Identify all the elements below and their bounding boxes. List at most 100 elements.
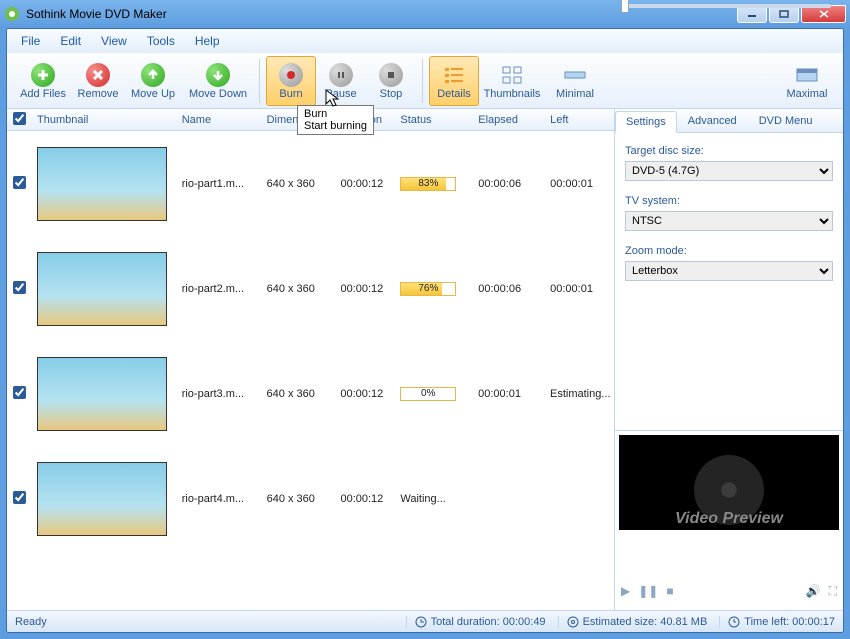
tab-advanced[interactable]: Advanced	[677, 110, 748, 132]
clock-icon	[415, 616, 427, 628]
file-duration: 00:00:12	[334, 493, 394, 505]
record-icon	[279, 63, 303, 87]
progress-bar: 76%	[400, 282, 456, 296]
tv-system-label: TV system:	[625, 195, 833, 207]
main-window: Sothink Movie DVD Maker File Edit View T…	[0, 0, 850, 639]
burn-tooltip: Burn Start burning	[297, 105, 374, 135]
plus-icon	[31, 63, 55, 87]
close-icon	[819, 10, 829, 18]
row-checkbox[interactable]	[13, 176, 26, 189]
thumbnails-label: Thumbnails	[484, 88, 541, 100]
tooltip-desc: Start burning	[304, 120, 367, 132]
list-body[interactable]: rio-part1.m...640 x 36000:00:1283%00:00:…	[7, 131, 614, 610]
col-thumbnail[interactable]: Thumbnail	[31, 114, 176, 126]
col-status[interactable]: Status	[394, 114, 472, 126]
status-timeleft: Time left: 00:00:17	[719, 616, 835, 628]
tv-system-select[interactable]: NTSC	[625, 211, 833, 231]
toolbar-separator	[259, 59, 260, 103]
window-title: Sothink Movie DVD Maker	[26, 7, 737, 21]
add-files-button[interactable]: Add Files	[13, 56, 73, 106]
arrow-down-icon	[206, 63, 230, 87]
preview-screen[interactable]: Video Preview	[619, 435, 839, 530]
target-disc-label: Target disc size:	[625, 145, 833, 157]
file-duration: 00:00:12	[334, 178, 394, 190]
file-list: Thumbnail Name Dimension Duration Status…	[7, 109, 615, 610]
thumbnail-image[interactable]	[37, 357, 167, 431]
stop-button[interactable]: Stop	[366, 56, 416, 106]
playback-controls: ▶ ❚❚ ■ 🔊 ⛶	[615, 572, 843, 610]
row-checkbox[interactable]	[13, 386, 26, 399]
file-elapsed: 00:00:06	[472, 178, 544, 190]
remove-button[interactable]: Remove	[73, 56, 123, 106]
burn-button[interactable]: Burn	[266, 56, 316, 106]
play-button[interactable]: ▶	[621, 584, 630, 598]
maximal-icon	[794, 62, 820, 88]
arrow-up-icon	[141, 63, 165, 87]
zoom-mode-label: Zoom mode:	[625, 245, 833, 257]
pause-icon	[329, 63, 353, 87]
fullscreen-icon[interactable]: ⛶	[829, 584, 837, 599]
status-text: Waiting...	[400, 493, 445, 505]
minimal-view-button[interactable]: Minimal	[545, 56, 605, 106]
tooltip-title: Burn	[304, 108, 367, 120]
menu-file[interactable]: File	[13, 32, 48, 50]
thumbnail-image[interactable]	[37, 147, 167, 221]
table-row[interactable]: rio-part4.m...640 x 36000:00:12Waiting..…	[7, 446, 614, 551]
minimal-label: Minimal	[556, 88, 594, 100]
progress-bar: 83%	[400, 177, 456, 191]
file-elapsed: 00:00:01	[472, 388, 544, 400]
statusbar: Ready Total duration: 00:00:49 Estimated…	[7, 610, 843, 632]
file-name: rio-part2.m...	[176, 283, 261, 295]
app-icon	[4, 6, 20, 22]
maximal-view-button[interactable]: Maximal	[777, 56, 837, 106]
menu-tools[interactable]: Tools	[139, 32, 183, 50]
table-row[interactable]: rio-part1.m...640 x 36000:00:1283%00:00:…	[7, 131, 614, 236]
preview-stop-button[interactable]: ■	[666, 584, 673, 598]
tab-settings[interactable]: Settings	[615, 111, 677, 133]
row-checkbox[interactable]	[13, 281, 26, 294]
volume-icon[interactable]: 🔊	[806, 584, 821, 598]
remove-label: Remove	[78, 88, 119, 100]
file-dimension: 640 x 360	[261, 178, 335, 190]
row-checkbox[interactable]	[13, 491, 26, 504]
target-disc-select[interactable]: DVD-5 (4.7G)	[625, 161, 833, 181]
toolbar: Add Files Remove Move Up Move Down Burn …	[7, 53, 843, 109]
move-down-label: Move Down	[189, 88, 247, 100]
minimal-icon	[562, 62, 588, 88]
preview-pause-button[interactable]: ❚❚	[638, 584, 658, 598]
menu-help[interactable]: Help	[187, 32, 228, 50]
minimize-icon	[747, 10, 757, 18]
select-all-checkbox[interactable]	[13, 112, 26, 125]
thumbnails-view-button[interactable]: Thumbnails	[479, 56, 545, 106]
details-icon	[441, 62, 467, 88]
stop-label: Stop	[380, 88, 403, 100]
menu-edit[interactable]: Edit	[52, 32, 89, 50]
timer-icon	[728, 616, 740, 628]
toolbar-separator	[422, 59, 423, 103]
progress-bar: 0%	[400, 387, 456, 401]
zoom-mode-select[interactable]: Letterbox	[625, 261, 833, 281]
file-dimension: 640 x 360	[261, 388, 335, 400]
file-duration: 00:00:12	[334, 283, 394, 295]
details-view-button[interactable]: Details	[429, 56, 479, 106]
disc-icon	[567, 616, 579, 628]
move-down-button[interactable]: Move Down	[183, 56, 253, 106]
side-panel: Settings Advanced DVD Menu Target disc s…	[615, 109, 843, 610]
pause-button[interactable]: Pause	[316, 56, 366, 106]
table-row[interactable]: rio-part2.m...640 x 36000:00:1276%00:00:…	[7, 236, 614, 341]
maximize-icon	[779, 10, 789, 18]
file-left: Estimating...	[544, 388, 614, 400]
col-elapsed[interactable]: Elapsed	[472, 114, 544, 126]
thumbnail-image[interactable]	[37, 462, 167, 536]
content-area: Thumbnail Name Dimension Duration Status…	[7, 109, 843, 610]
stop-icon	[379, 63, 403, 87]
move-up-button[interactable]: Move Up	[123, 56, 183, 106]
col-left[interactable]: Left	[544, 114, 614, 126]
thumbnail-image[interactable]	[37, 252, 167, 326]
maximal-label: Maximal	[787, 88, 828, 100]
menu-view[interactable]: View	[93, 32, 135, 50]
table-row[interactable]: rio-part3.m...640 x 36000:00:120%00:00:0…	[7, 341, 614, 446]
cursor-icon	[325, 89, 341, 109]
col-name[interactable]: Name	[176, 114, 261, 126]
tab-dvd-menu[interactable]: DVD Menu	[748, 110, 824, 132]
